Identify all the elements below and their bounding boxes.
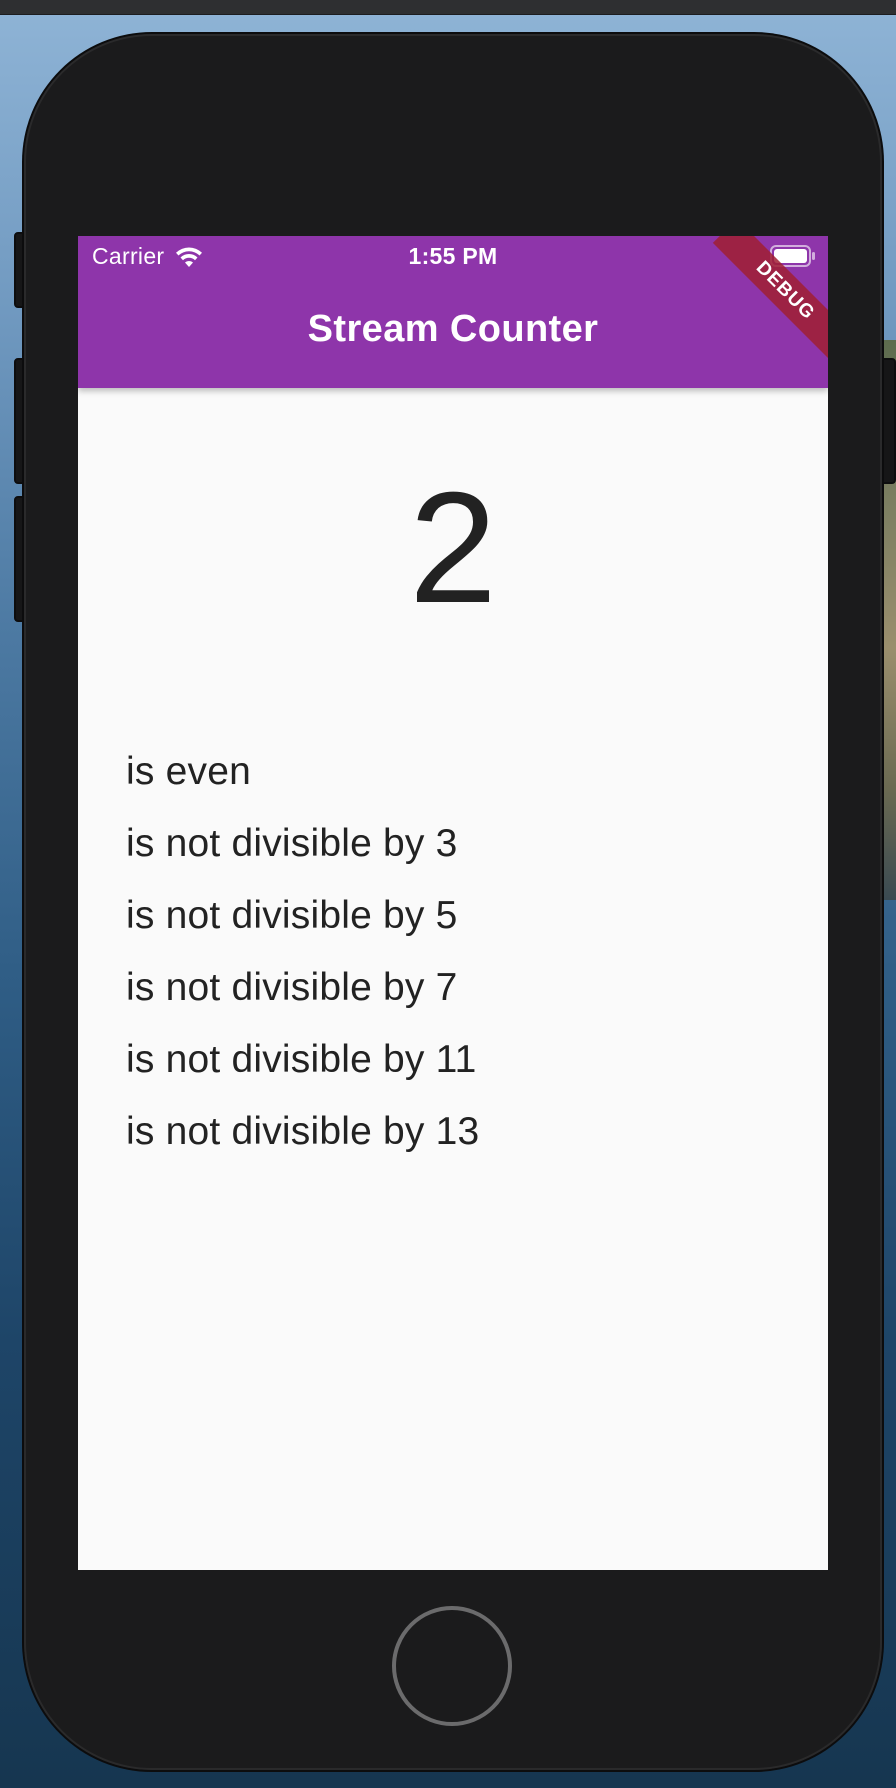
app-bar: Carrier 1:55 PM Stream Counter xyxy=(78,236,828,388)
device-screen: Carrier 1:55 PM Stream Counter DEBUG 2 i… xyxy=(78,236,828,1570)
desktop-background: Carrier 1:55 PM Stream Counter DEBUG 2 i… xyxy=(0,0,896,1788)
counter-value: 2 xyxy=(409,460,497,636)
divisibility-fact: is not divisible by 7 xyxy=(126,966,458,1009)
divisibility-fact: is not divisible by 3 xyxy=(126,822,458,865)
divisibility-fact: is not divisible by 11 xyxy=(126,1038,477,1081)
home-button[interactable] xyxy=(392,1606,512,1726)
divisibility-fact: is not divisible by 5 xyxy=(126,894,458,937)
status-time: 1:55 PM xyxy=(408,243,498,269)
app-bar-title: Stream Counter xyxy=(307,308,599,350)
power-button[interactable] xyxy=(880,358,896,484)
divisibility-list: is even is not divisible by 3 is not div… xyxy=(126,736,479,1168)
app-body: 2 is even is not divisible by 3 is not d… xyxy=(78,388,828,1570)
divisibility-fact: is even xyxy=(126,750,251,793)
divisibility-fact: is not divisible by 13 xyxy=(126,1110,480,1153)
window-top-edge xyxy=(0,0,896,15)
